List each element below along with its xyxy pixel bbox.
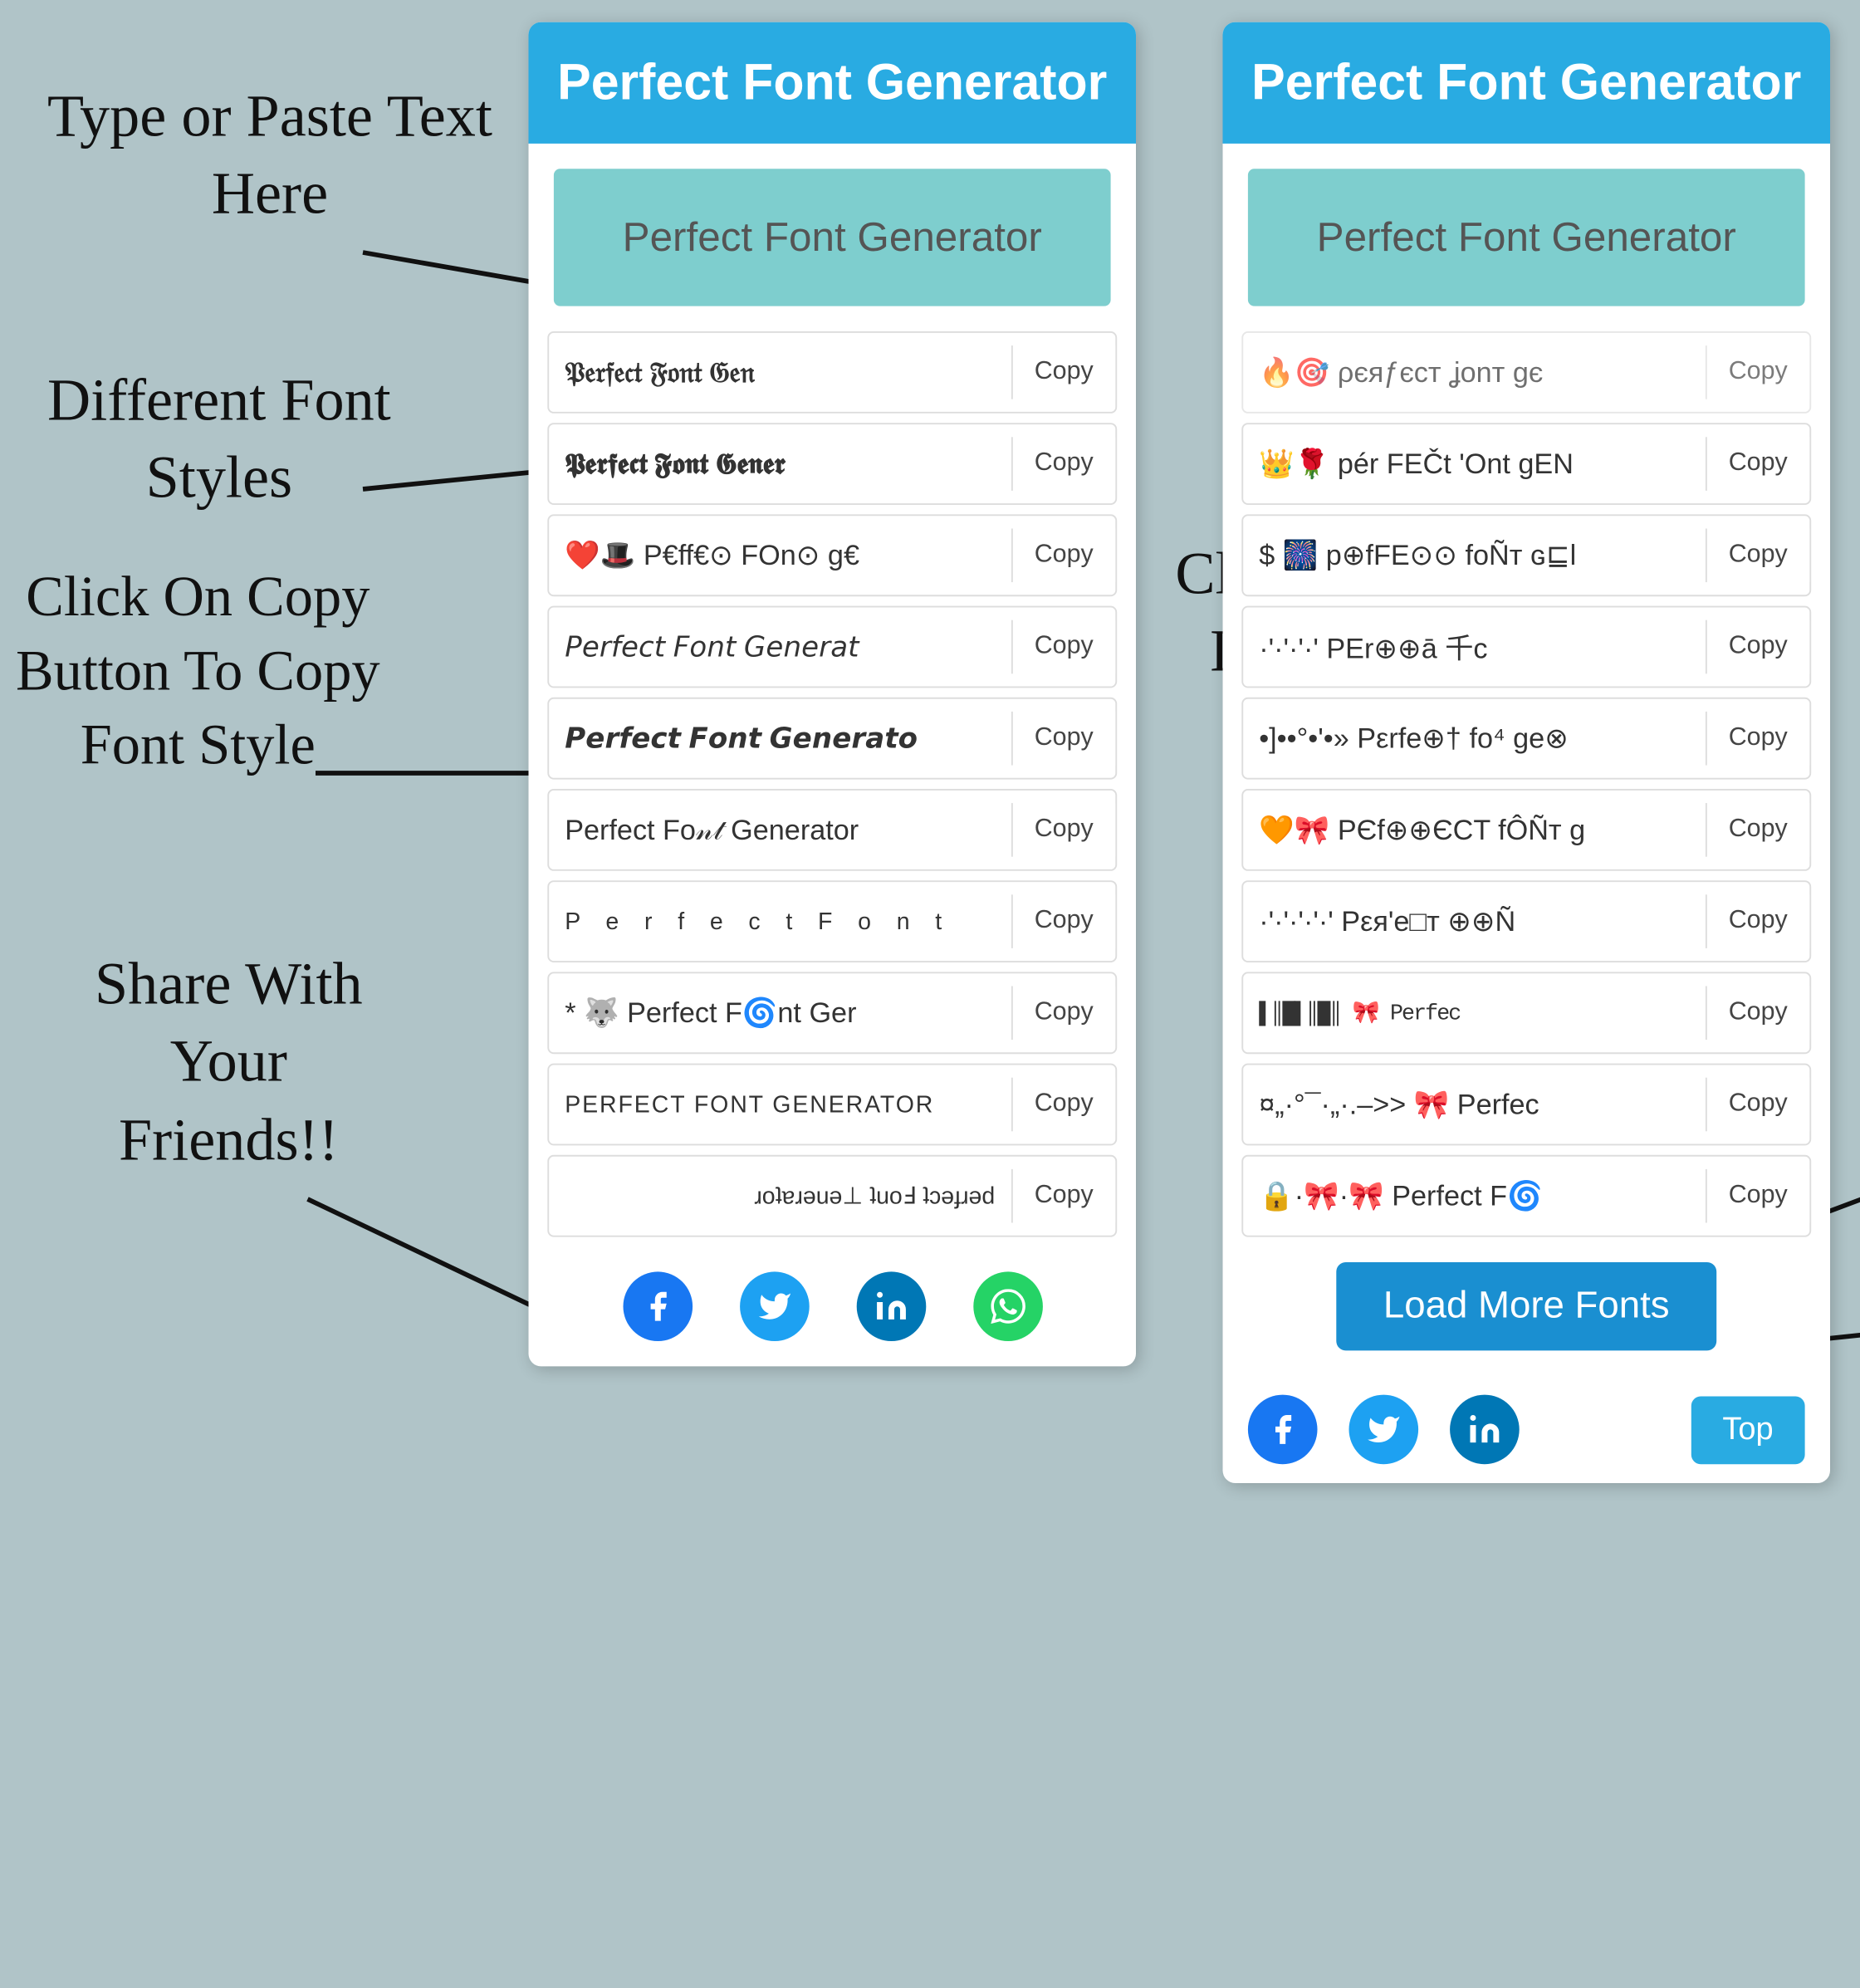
copy-btn-6[interactable]: Copy [1011,803,1115,857]
right-copy-btn-partial[interactable]: Copy [1705,345,1809,399]
twitter-icon-right[interactable] [1349,1395,1419,1465]
copy-btn-7[interactable]: Copy [1011,894,1115,948]
copy-btn-3[interactable]: Copy [1011,529,1115,583]
top-button[interactable]: Top [1691,1396,1804,1464]
font-row-7: P e r f e c t F o n t Copy [547,880,1117,962]
right-font-row-partial: 🔥🎯 ρєяƒєcт ʝonт gє Copy [1241,331,1811,414]
right-panel: Perfect Font Generator Perfect Font Gene… [1223,22,1831,1483]
right-font-row-4: •]••°•'•» Pεrfe⊕† fo⁴ ge⊗ Copy [1241,698,1811,780]
copy-btn-4[interactable]: Copy [1011,620,1115,674]
font-text-9: PERFECT FONT GENERATOR [549,1079,1011,1131]
font-text-5: 𝙋𝙚𝙧𝙛𝙚𝙘𝙩 𝙁𝙤𝙣𝙩 𝙂𝙚𝙣𝙚𝙧𝙖𝙩𝙤 [549,709,1011,767]
right-font-text-1: 👑🌹 pér FEČt 'Ont gEN [1243,434,1705,492]
whatsapp-icon-left[interactable] [972,1271,1042,1341]
right-font-row-8: ¤„·°¯·„·.–>> 🎀 Perfec Copy [1241,1064,1811,1146]
font-text-3: ❤️🎩 P€ff€⊙ FOn⊙ g€ [549,526,1011,585]
right-font-row-1: 👑🌹 pér FEČt 'Ont gEN Copy [1241,423,1811,505]
right-font-text-6: ·'·'·'·'·' Pεя'е□т ⊕⊕Ñ [1243,892,1705,950]
right-font-text-9: 🔒·🎀·🎀 Perfect F🌀 [1243,1167,1705,1225]
annotation-diff: Different FontStyles [47,363,391,519]
linkedin-icon-left[interactable] [856,1271,926,1341]
right-font-text-8: ¤„·°¯·„·.–>> 🎀 Perfec [1243,1075,1705,1134]
copy-btn-10[interactable]: Copy [1011,1169,1115,1223]
twitter-icon-left[interactable] [739,1271,809,1341]
font-row-10: ɹoʇɐɹǝuǝ⊥ ʇuoℲ ʇɔǝɟɹǝd Copy [547,1155,1117,1237]
right-copy-btn-2[interactable]: Copy [1705,529,1809,583]
left-panel-input[interactable]: Perfect Font Generator [554,169,1111,306]
right-font-row-6: ·'·'·'·'·' Pεя'е□т ⊕⊕Ñ Copy [1241,880,1811,962]
left-panel-header: Perfect Font Generator [529,22,1137,144]
load-more-button[interactable]: Load More Fonts [1336,1262,1717,1350]
right-social-bar: Top [1223,1376,1831,1483]
right-font-row-2: $ 🎆 p⊕fFE⊙⊙ foÑт ɢ⊑l Copy [1241,514,1811,596]
font-text-6: Perfect Fo𝓃𝓉 Generator [549,801,1011,859]
font-text-7: P e r f e c t F o n t [549,895,1011,947]
right-font-text-4: •]••°•'•» Pεrfe⊕† fo⁴ ge⊗ [1243,709,1705,767]
right-font-row-7: ▌║█▌║█║ 🎀 Perfec Copy [1241,972,1811,1054]
right-font-row-9: 🔒·🎀·🎀 Perfect F🌀 Copy [1241,1155,1811,1237]
left-social-bar [529,1246,1137,1366]
font-text-2: 𝕻𝖊𝖗𝖋𝖊𝖈𝖙 𝕱𝖔𝖓𝖙 𝕲𝖊𝖓𝖊𝖗 [549,434,1011,492]
copy-btn-2[interactable]: Copy [1011,437,1115,491]
right-font-row-3: ·'·'·'·' ΡΕr⊕⊕ā 千c Copy [1241,606,1811,688]
annotation-type: Type or Paste TextHere [47,79,492,235]
right-font-text-7: ▌║█▌║█║ 🎀 Perfec [1243,987,1705,1039]
right-social-icons [1248,1395,1520,1465]
right-copy-btn-4[interactable]: Copy [1705,712,1809,766]
font-text-10: ɹoʇɐɹǝuǝ⊥ ʇuoℲ ʇɔǝɟɹǝd [549,1169,1011,1223]
right-font-text-3: ·'·'·'·' ΡΕr⊕⊕ā 千c [1243,614,1705,680]
right-panel-input[interactable]: Perfect Font Generator [1248,169,1805,306]
font-row-9: PERFECT FONT GENERATOR Copy [547,1064,1117,1146]
left-panel: Perfect Font Generator Perfect Font Gene… [529,22,1137,1367]
right-font-row-5: 🧡🎀 ΡЄf⊕⊕ЄCΤ fÔÑт g Copy [1241,789,1811,871]
linkedin-icon-right[interactable] [1450,1395,1520,1465]
right-font-text-2: $ 🎆 p⊕fFE⊙⊙ foÑт ɢ⊑l [1243,526,1705,585]
copy-btn-5[interactable]: Copy [1011,712,1115,766]
right-font-text-5: 🧡🎀 ΡЄf⊕⊕ЄCΤ fÔÑт g [1243,801,1705,859]
font-text-4: 𝘗𝘦𝘳𝘧𝘦𝘤𝘵 𝘍𝘰𝘯𝘵 𝘎𝘦𝘯𝘦𝘳𝘢𝘵 [549,618,1011,676]
copy-btn-1[interactable]: Copy [1011,345,1115,399]
facebook-icon-left[interactable] [623,1271,693,1341]
font-row-8: * 🐺 Perfect F🌀nt Ger Copy [547,972,1117,1054]
right-copy-btn-5[interactable]: Copy [1705,803,1809,857]
font-text-1: 𝔓𝔢𝔯𝔣𝔢𝔠𝔱 𝔉𝔬𝔫𝔱 𝔊𝔢𝔫 [549,343,1011,401]
right-copy-btn-9[interactable]: Copy [1705,1169,1809,1223]
right-copy-btn-1[interactable]: Copy [1705,437,1809,491]
font-row-3: ❤️🎩 P€ff€⊙ FOn⊙ g€ Copy [547,514,1117,596]
copy-btn-8[interactable]: Copy [1011,987,1115,1041]
right-copy-btn-6[interactable]: Copy [1705,894,1809,948]
right-panel-header: Perfect Font Generator [1223,22,1831,144]
font-row-2: 𝕻𝖊𝖗𝖋𝖊𝖈𝖙 𝕱𝖔𝖓𝖙 𝕲𝖊𝖓𝖊𝖗 Copy [547,423,1117,505]
copy-btn-9[interactable]: Copy [1011,1078,1115,1132]
right-copy-btn-3[interactable]: Copy [1705,620,1809,674]
font-row-6: Perfect Fo𝓃𝓉 Generator Copy [547,789,1117,871]
right-font-text-partial: 🔥🎯 ρєяƒєcт ʝonт gє [1243,343,1705,401]
font-text-8: * 🐺 Perfect F🌀nt Ger [549,984,1011,1042]
font-row-5: 𝙋𝙚𝙧𝙛𝙚𝙘𝙩 𝙁𝙤𝙣𝙩 𝙂𝙚𝙣𝙚𝙧𝙖𝙩𝙤 Copy [547,698,1117,780]
annotation-share-left: Share WithYourFriends!! [95,947,363,1181]
right-copy-btn-7[interactable]: Copy [1705,987,1809,1041]
annotation-click: Click On CopyButton To CopyFont Style [16,561,380,782]
facebook-icon-right[interactable] [1248,1395,1318,1465]
right-copy-btn-8[interactable]: Copy [1705,1078,1809,1132]
font-row-4: 𝘗𝘦𝘳𝘧𝘦𝘤𝘵 𝘍𝘰𝘯𝘵 𝘎𝘦𝘯𝘦𝘳𝘢𝘵 Copy [547,606,1117,688]
font-row-1: 𝔓𝔢𝔯𝔣𝔢𝔠𝔱 𝔉𝔬𝔫𝔱 𝔊𝔢𝔫 Copy [547,331,1117,414]
